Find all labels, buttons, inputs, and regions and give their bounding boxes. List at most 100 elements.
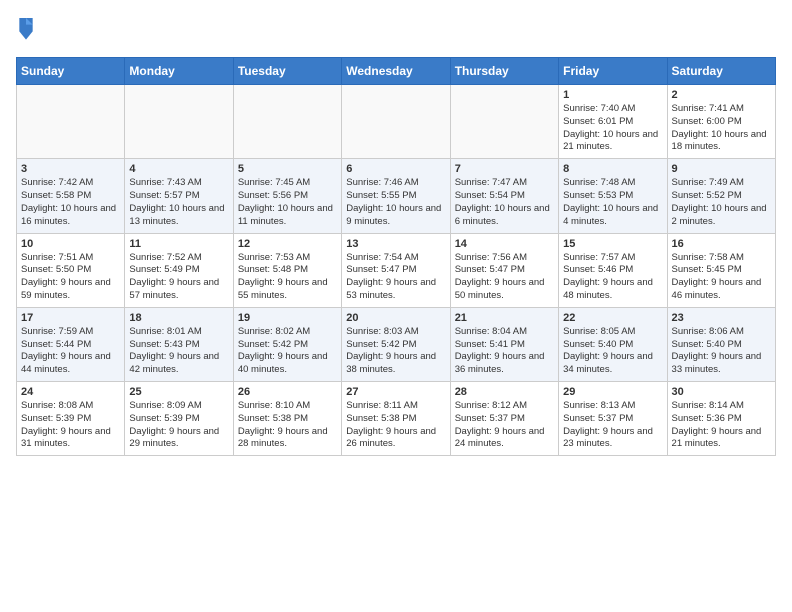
calendar-cell: 6 Sunrise: 7:46 AMSunset: 5:55 PMDaylight… (342, 159, 450, 233)
day-number: 15 (563, 238, 662, 250)
day-number: 28 (455, 386, 554, 398)
day-number: 9 (672, 163, 771, 175)
day-info: Sunrise: 8:08 AMSunset: 5:39 PMDaylight:… (21, 400, 120, 451)
day-number: 5 (238, 163, 337, 175)
day-number: 8 (563, 163, 662, 175)
calendar-cell: 30 Sunrise: 8:14 AMSunset: 5:36 PMDayligh… (667, 382, 775, 456)
calendar-cell: 27 Sunrise: 8:11 AMSunset: 5:38 PMDayligh… (342, 382, 450, 456)
day-info: Sunrise: 7:49 AMSunset: 5:52 PMDaylight:… (672, 177, 771, 228)
day-number: 30 (672, 386, 771, 398)
day-number: 2 (672, 89, 771, 101)
day-info: Sunrise: 7:42 AMSunset: 5:58 PMDaylight:… (21, 177, 120, 228)
calendar-cell: 20 Sunrise: 8:03 AMSunset: 5:42 PMDayligh… (342, 307, 450, 381)
day-info: Sunrise: 7:53 AMSunset: 5:48 PMDaylight:… (238, 252, 337, 303)
calendar-cell (342, 85, 450, 159)
day-number: 18 (129, 312, 228, 324)
day-info: Sunrise: 7:58 AMSunset: 5:45 PMDaylight:… (672, 252, 771, 303)
day-info: Sunrise: 7:43 AMSunset: 5:57 PMDaylight:… (129, 177, 228, 228)
column-header-tuesday: Tuesday (233, 58, 341, 85)
day-info: Sunrise: 8:14 AMSunset: 5:36 PMDaylight:… (672, 400, 771, 451)
calendar-week-4: 17 Sunrise: 7:59 AMSunset: 5:44 PMDayligh… (17, 307, 776, 381)
calendar-cell (450, 85, 558, 159)
calendar-cell: 17 Sunrise: 7:59 AMSunset: 5:44 PMDayligh… (17, 307, 125, 381)
calendar-cell: 2Sunrise: 7:41 AMSunset: 6:00 PMDaylight… (667, 85, 775, 159)
column-header-saturday: Saturday (667, 58, 775, 85)
calendar-cell: 28 Sunrise: 8:12 AMSunset: 5:37 PMDayligh… (450, 382, 558, 456)
day-info: Sunrise: 7:45 AMSunset: 5:56 PMDaylight:… (238, 177, 337, 228)
day-number: 21 (455, 312, 554, 324)
day-info: Sunrise: 8:13 AMSunset: 5:37 PMDaylight:… (563, 400, 662, 451)
day-info: Sunrise: 8:09 AMSunset: 5:39 PMDaylight:… (129, 400, 228, 451)
day-info: Sunrise: 8:04 AMSunset: 5:41 PMDaylight:… (455, 326, 554, 377)
calendar-cell: 16 Sunrise: 7:58 AMSunset: 5:45 PMDayligh… (667, 233, 775, 307)
day-info: Sunrise: 8:11 AMSunset: 5:38 PMDaylight:… (346, 400, 445, 451)
calendar-cell (233, 85, 341, 159)
day-info: Sunrise: 7:54 AMSunset: 5:47 PMDaylight:… (346, 252, 445, 303)
column-header-sunday: Sunday (17, 58, 125, 85)
calendar-cell: 9 Sunrise: 7:49 AMSunset: 5:52 PMDaylight… (667, 159, 775, 233)
calendar-cell: 5 Sunrise: 7:45 AMSunset: 5:56 PMDaylight… (233, 159, 341, 233)
day-number: 16 (672, 238, 771, 250)
day-info: Sunrise: 7:40 AMSunset: 6:01 PMDaylight:… (563, 103, 662, 154)
day-number: 19 (238, 312, 337, 324)
calendar-cell (125, 85, 233, 159)
calendar-cell: 15 Sunrise: 7:57 AMSunset: 5:46 PMDayligh… (559, 233, 667, 307)
day-number: 12 (238, 238, 337, 250)
day-number: 7 (455, 163, 554, 175)
day-info: Sunrise: 7:46 AMSunset: 5:55 PMDaylight:… (346, 177, 445, 228)
day-number: 6 (346, 163, 445, 175)
day-info: Sunrise: 8:06 AMSunset: 5:40 PMDaylight:… (672, 326, 771, 377)
column-header-friday: Friday (559, 58, 667, 85)
day-info: Sunrise: 7:59 AMSunset: 5:44 PMDaylight:… (21, 326, 120, 377)
day-number: 4 (129, 163, 228, 175)
calendar-cell: 21 Sunrise: 8:04 AMSunset: 5:41 PMDayligh… (450, 307, 558, 381)
day-info: Sunrise: 8:01 AMSunset: 5:43 PMDaylight:… (129, 326, 228, 377)
calendar-cell (17, 85, 125, 159)
day-info: Sunrise: 7:47 AMSunset: 5:54 PMDaylight:… (455, 177, 554, 228)
calendar-cell: 4 Sunrise: 7:43 AMSunset: 5:57 PMDaylight… (125, 159, 233, 233)
calendar-cell: 11Sunrise: 7:52 AMSunset: 5:49 PMDayligh… (125, 233, 233, 307)
calendar-week-5: 24Sunrise: 8:08 AMSunset: 5:39 PMDayligh… (17, 382, 776, 456)
day-info: Sunrise: 7:52 AMSunset: 5:49 PMDaylight:… (129, 252, 228, 303)
calendar-week-2: 3 Sunrise: 7:42 AMSunset: 5:58 PMDaylight… (17, 159, 776, 233)
calendar-cell: 14Sunrise: 7:56 AMSunset: 5:47 PMDayligh… (450, 233, 558, 307)
calendar-cell: 8 Sunrise: 7:48 AMSunset: 5:53 PMDaylight… (559, 159, 667, 233)
day-info: Sunrise: 8:12 AMSunset: 5:37 PMDaylight:… (455, 400, 554, 451)
day-number: 20 (346, 312, 445, 324)
calendar-cell: 1 Sunrise: 7:40 AMSunset: 6:01 PMDaylight… (559, 85, 667, 159)
calendar-cell: 26 Sunrise: 8:10 AMSunset: 5:38 PMDayligh… (233, 382, 341, 456)
day-info: Sunrise: 7:48 AMSunset: 5:53 PMDaylight:… (563, 177, 662, 228)
day-info: Sunrise: 8:10 AMSunset: 5:38 PMDaylight:… (238, 400, 337, 451)
calendar-week-1: 1 Sunrise: 7:40 AMSunset: 6:01 PMDaylight… (17, 85, 776, 159)
calendar-header-row: SundayMondayTuesdayWednesdayThursdayFrid… (17, 58, 776, 85)
day-number: 3 (21, 163, 120, 175)
calendar-cell: 13 Sunrise: 7:54 AMSunset: 5:47 PMDayligh… (342, 233, 450, 307)
calendar-cell: 18 Sunrise: 8:01 AMSunset: 5:43 PMDayligh… (125, 307, 233, 381)
day-info: Sunrise: 8:05 AMSunset: 5:40 PMDaylight:… (563, 326, 662, 377)
calendar-cell: 25 Sunrise: 8:09 AMSunset: 5:39 PMDayligh… (125, 382, 233, 456)
day-info: Sunrise: 7:57 AMSunset: 5:46 PMDaylight:… (563, 252, 662, 303)
calendar-cell: 12 Sunrise: 7:53 AMSunset: 5:48 PMDayligh… (233, 233, 341, 307)
day-number: 25 (129, 386, 228, 398)
column-header-wednesday: Wednesday (342, 58, 450, 85)
column-header-thursday: Thursday (450, 58, 558, 85)
day-number: 27 (346, 386, 445, 398)
day-info: Sunrise: 8:02 AMSunset: 5:42 PMDaylight:… (238, 326, 337, 377)
day-number: 17 (21, 312, 120, 324)
logo-icon (16, 16, 36, 40)
day-number: 13 (346, 238, 445, 250)
logo (16, 16, 40, 45)
calendar: SundayMondayTuesdayWednesdayThursdayFrid… (16, 57, 776, 456)
day-info: Sunrise: 8:03 AMSunset: 5:42 PMDaylight:… (346, 326, 445, 377)
calendar-cell: 3 Sunrise: 7:42 AMSunset: 5:58 PMDaylight… (17, 159, 125, 233)
calendar-cell: 10Sunrise: 7:51 AMSunset: 5:50 PMDayligh… (17, 233, 125, 307)
day-number: 26 (238, 386, 337, 398)
calendar-cell: 7 Sunrise: 7:47 AMSunset: 5:54 PMDaylight… (450, 159, 558, 233)
day-number: 1 (563, 89, 662, 101)
day-number: 29 (563, 386, 662, 398)
calendar-cell: 24Sunrise: 8:08 AMSunset: 5:39 PMDayligh… (17, 382, 125, 456)
day-info: Sunrise: 7:51 AMSunset: 5:50 PMDaylight:… (21, 252, 120, 303)
day-info: Sunrise: 7:56 AMSunset: 5:47 PMDaylight:… (455, 252, 554, 303)
calendar-cell: 22Sunrise: 8:05 AMSunset: 5:40 PMDayligh… (559, 307, 667, 381)
page-header (16, 16, 776, 45)
